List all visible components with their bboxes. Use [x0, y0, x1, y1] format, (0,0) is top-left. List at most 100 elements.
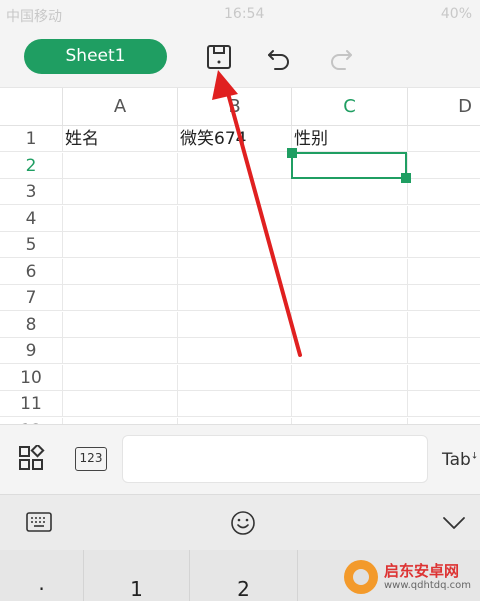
table-cell[interactable]: [407, 152, 480, 179]
carrier-label: 中国移动: [6, 9, 62, 25]
column-header-a[interactable]: A: [62, 88, 177, 126]
column-header-c[interactable]: C: [291, 88, 407, 126]
selected-cell-c2[interactable]: [287, 148, 411, 183]
table-cell[interactable]: [291, 179, 407, 205]
keyboard-icon: [26, 512, 52, 532]
table-cell[interactable]: [177, 258, 291, 285]
table-cell[interactable]: [407, 285, 480, 311]
redo-button[interactable]: [326, 42, 356, 72]
table-cell[interactable]: [177, 152, 291, 179]
row-header[interactable]: 9: [0, 338, 62, 364]
table-cell[interactable]: [291, 364, 407, 391]
emoji-button[interactable]: [230, 510, 256, 540]
row-header[interactable]: 6: [0, 259, 62, 285]
table-cell[interactable]: [407, 258, 480, 285]
apps-button[interactable]: [18, 443, 46, 473]
table-cell[interactable]: [62, 179, 177, 205]
undo-icon: [268, 50, 289, 70]
key-1[interactable]: 1: [84, 550, 190, 601]
table-cell[interactable]: [291, 232, 407, 258]
table-cell[interactable]: [407, 391, 480, 417]
table-cell[interactable]: [177, 179, 291, 205]
table-cell[interactable]: [291, 311, 407, 338]
table-cell[interactable]: [62, 364, 177, 391]
spreadsheet-grid[interactable]: A B C D 1姓名微笑674性别23456789101112: [0, 88, 480, 424]
table-cell[interactable]: [62, 205, 177, 232]
table-cell[interactable]: [407, 364, 480, 391]
table-row: 1 姓名 微笑674 性别: [0, 126, 480, 152]
apps-grid-icon: [19, 443, 45, 470]
table-cell[interactable]: [62, 152, 177, 179]
table-row: 5: [0, 232, 480, 258]
selection-handle-end[interactable]: [401, 173, 411, 183]
table-cell[interactable]: [407, 232, 480, 258]
selection-handle-start[interactable]: [287, 148, 297, 158]
watermark: 启东安卓网 www.qdhtdq.com: [344, 558, 480, 598]
table-row: 6: [0, 258, 480, 285]
row-header[interactable]: 7: [0, 285, 62, 311]
table-row: 7: [0, 285, 480, 311]
tab-arrow-icon: ↓: [470, 451, 479, 462]
table-cell[interactable]: [177, 205, 291, 232]
table-cell[interactable]: [177, 364, 291, 391]
redo-icon: [331, 50, 352, 70]
table-cell[interactable]: [177, 338, 291, 364]
top-toolbar: Sheet1: [0, 30, 480, 88]
row-header[interactable]: 8: [0, 312, 62, 338]
table-cell[interactable]: [291, 285, 407, 311]
table-cell[interactable]: [407, 179, 480, 205]
table-cell[interactable]: [177, 311, 291, 338]
table-row: 11: [0, 391, 480, 417]
table-row: 8: [0, 311, 480, 338]
emoji-icon: [231, 511, 255, 535]
keyboard-toolbar: [0, 494, 480, 550]
table-row: 9: [0, 338, 480, 364]
row-header[interactable]: 5: [0, 232, 62, 258]
table-cell[interactable]: [291, 338, 407, 364]
table-cell[interactable]: [407, 311, 480, 338]
column-header-row: A B C D: [0, 88, 480, 126]
undo-button[interactable]: [264, 42, 294, 72]
key-2[interactable]: 2: [190, 550, 298, 601]
table-cell[interactable]: [62, 391, 177, 417]
table-cell[interactable]: [177, 391, 291, 417]
table-row: 10: [0, 364, 480, 391]
numeric-keyboard-button[interactable]: 123: [75, 447, 107, 471]
table-cell[interactable]: [177, 232, 291, 258]
formula-input[interactable]: [122, 435, 428, 483]
table-cell[interactable]: [62, 258, 177, 285]
row-header[interactable]: 11: [0, 391, 62, 417]
watermark-title: 启东安卓网: [384, 562, 460, 580]
table-cell[interactable]: [177, 285, 291, 311]
row-header[interactable]: 10: [0, 365, 62, 391]
status-bar: 中国移动 16:54 40%: [0, 0, 480, 30]
column-header-d[interactable]: D: [407, 88, 480, 126]
watermark-logo: [344, 560, 378, 594]
table-cell[interactable]: 微笑674: [177, 126, 291, 152]
row-header[interactable]: 4: [0, 206, 62, 232]
table-cell[interactable]: [291, 391, 407, 417]
row-header[interactable]: 2: [0, 153, 62, 179]
key-dot[interactable]: ·: [0, 550, 84, 601]
keyboard-switch-button[interactable]: [26, 512, 52, 536]
table-cell[interactable]: 性别: [291, 126, 407, 152]
tab-button[interactable]: Tab↓: [442, 450, 478, 470]
table-cell[interactable]: [62, 285, 177, 311]
table-cell[interactable]: [291, 258, 407, 285]
table-row: 4: [0, 205, 480, 232]
collapse-keyboard-button[interactable]: [442, 515, 466, 535]
table-cell[interactable]: [407, 338, 480, 364]
table-cell[interactable]: [291, 205, 407, 232]
row-header[interactable]: 3: [0, 179, 62, 205]
table-cell[interactable]: [62, 311, 177, 338]
column-header-b[interactable]: B: [177, 88, 291, 126]
row-header[interactable]: 1: [0, 126, 62, 152]
table-cell[interactable]: [62, 338, 177, 364]
sheet-tab[interactable]: Sheet1: [24, 39, 167, 74]
table-cell[interactable]: [62, 232, 177, 258]
chevron-down-icon: [443, 517, 465, 529]
save-button[interactable]: [204, 42, 234, 72]
table-cell[interactable]: [407, 205, 480, 232]
table-cell[interactable]: 姓名: [62, 126, 177, 152]
table-cell[interactable]: [407, 126, 480, 152]
